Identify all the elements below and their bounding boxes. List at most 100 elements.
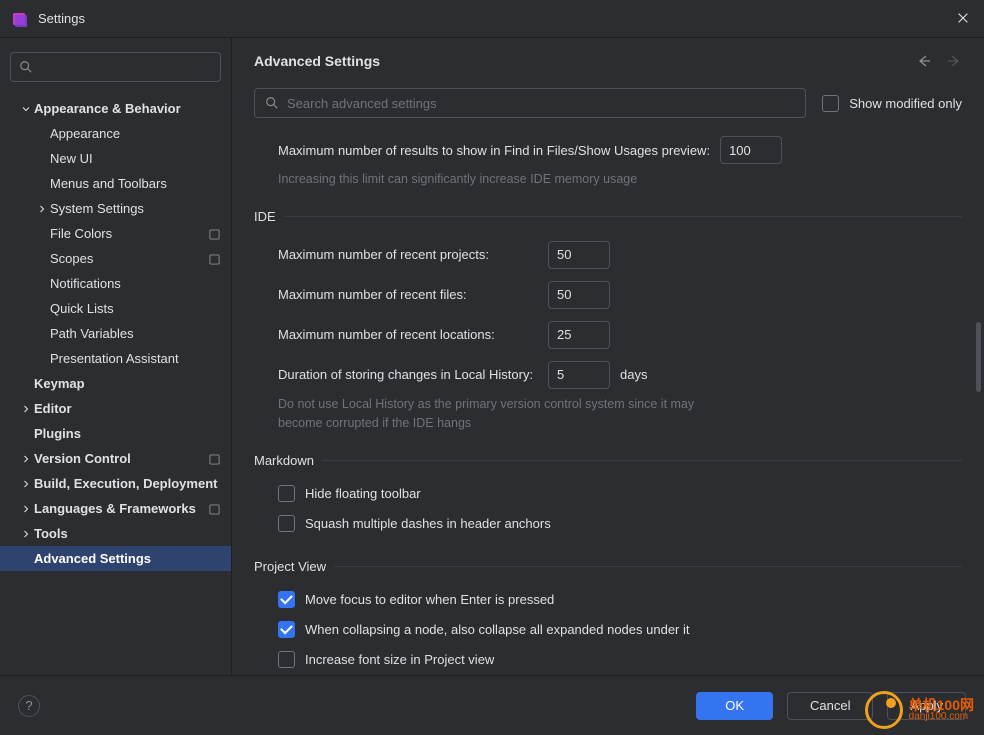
recent-files-label: Maximum number of recent files: [278,287,538,302]
chevron-right-icon [18,401,34,417]
sidebar-item-label: Path Variables [50,326,134,341]
sidebar-item-label: Notifications [50,276,121,291]
squash-dashes-checkbox[interactable]: Squash multiple dashes in header anchors [254,508,962,538]
chevron-none-icon [18,376,34,392]
project-scope-icon [209,453,221,465]
sidebar-search-input[interactable] [39,60,215,75]
sidebar-item[interactable]: Plugins [0,421,231,446]
checkbox-icon [278,621,295,638]
sidebar-item-label: Appearance & Behavior [34,101,181,116]
increase-font-checkbox[interactable]: Increase font size in Project view [254,644,962,674]
show-modified-label: Show modified only [849,96,962,111]
cancel-button[interactable]: Cancel [787,692,873,720]
chevron-none-icon [34,126,50,142]
nav-forward-icon[interactable] [946,53,962,69]
checkbox-icon [278,515,295,532]
sidebar-search[interactable] [10,52,221,82]
advanced-search[interactable] [254,88,806,118]
chevron-right-icon [18,451,34,467]
chevron-none-icon [34,176,50,192]
sidebar-item-label: Tools [34,526,68,541]
sidebar-item[interactable]: Presentation Assistant [0,346,231,371]
sidebar-item-label: Quick Lists [50,301,114,316]
sidebar-item[interactable]: Version Control [0,446,231,471]
section-project-view: Project View [254,556,962,576]
sidebar-item[interactable]: Keymap [0,371,231,396]
recent-projects-label: Maximum number of recent projects: [278,247,538,262]
sidebar-item[interactable]: Build, Execution, Deployment [0,471,231,496]
sidebar-item-label: Version Control [34,451,131,466]
sidebar: Appearance & Behavior Appearance New UI Men… [0,38,232,675]
sidebar-item-label: File Colors [50,226,112,241]
sidebar-item[interactable]: Tools [0,521,231,546]
project-scope-icon [209,253,221,265]
apply-button[interactable]: Apply [887,692,966,720]
recent-projects-input[interactable] [548,241,610,269]
advanced-search-input[interactable] [287,96,795,111]
sidebar-item-label: New UI [50,151,93,166]
sidebar-item-label: Languages & Frameworks [34,501,196,516]
footer: ? OK Cancel Apply [0,675,984,735]
titlebar: Settings [0,0,984,38]
sidebar-item[interactable]: Path Variables [0,321,231,346]
sidebar-item-label: System Settings [50,201,144,216]
find-results-label: Maximum number of results to show in Fin… [278,143,710,158]
sidebar-item[interactable]: System Settings [0,196,231,221]
local-history-input[interactable] [548,361,610,389]
show-modified-checkbox[interactable]: Show modified only [822,95,962,112]
settings-tree: Appearance & Behavior Appearance New UI Men… [0,96,231,675]
sidebar-item[interactable]: Editor [0,396,231,421]
sidebar-item[interactable]: Quick Lists [0,296,231,321]
scrollbar-thumb[interactable] [976,322,981,392]
page-title: Advanced Settings [254,53,904,69]
nav-back-icon[interactable] [916,53,932,69]
sidebar-item[interactable]: Languages & Frameworks [0,496,231,521]
search-icon [265,96,279,110]
chevron-none-icon [34,326,50,342]
help-icon[interactable]: ? [18,695,40,717]
chevron-none-icon [34,301,50,317]
main-panel: Advanced Settings Show modified only [232,38,984,675]
project-scope-icon [209,228,221,240]
sidebar-item[interactable]: Notifications [0,271,231,296]
find-results-hint: Increasing this limit can significantly … [254,170,962,189]
section-ide: IDE [254,207,962,227]
sidebar-item[interactable]: Appearance [0,121,231,146]
sidebar-item[interactable]: Appearance & Behavior [0,96,231,121]
sidebar-item[interactable]: File Colors [0,221,231,246]
chevron-down-icon [18,101,34,117]
close-icon[interactable] [956,11,972,27]
chevron-none-icon [34,351,50,367]
sidebar-item[interactable]: Scopes [0,246,231,271]
sidebar-item[interactable]: Menus and Toolbars [0,171,231,196]
recent-files-input[interactable] [548,281,610,309]
sidebar-item-label: Scopes [50,251,93,266]
hide-toolbar-checkbox[interactable]: Hide floating toolbar [254,478,962,508]
sidebar-item[interactable]: Advanced Settings [0,546,231,571]
sidebar-item[interactable]: New UI [0,146,231,171]
recent-locations-input[interactable] [548,321,610,349]
chevron-none-icon [18,426,34,442]
chevron-none-icon [34,251,50,267]
chevron-right-icon [18,501,34,517]
collapse-checkbox[interactable]: When collapsing a node, also collapse al… [254,614,962,644]
section-markdown: Markdown [254,450,962,470]
sidebar-item-label: Presentation Assistant [50,351,179,366]
sidebar-item-label: Keymap [34,376,85,391]
recent-locations-label: Maximum number of recent locations: [278,327,538,342]
find-results-input[interactable] [720,136,782,164]
ok-button[interactable]: OK [696,692,773,720]
chevron-none-icon [18,551,34,567]
chevron-right-icon [18,476,34,492]
local-history-suffix: days [620,367,647,382]
move-focus-checkbox[interactable]: Move focus to editor when Enter is press… [254,584,962,614]
sidebar-item-label: Advanced Settings [34,551,151,566]
chevron-none-icon [34,276,50,292]
checkbox-icon [278,485,295,502]
local-history-label: Duration of storing changes in Local His… [278,367,538,382]
sidebar-item-label: Plugins [34,426,81,441]
window-title: Settings [38,11,946,26]
sidebar-item-label: Appearance [50,126,120,141]
chevron-right-icon [34,201,50,217]
checkbox-icon [278,651,295,668]
